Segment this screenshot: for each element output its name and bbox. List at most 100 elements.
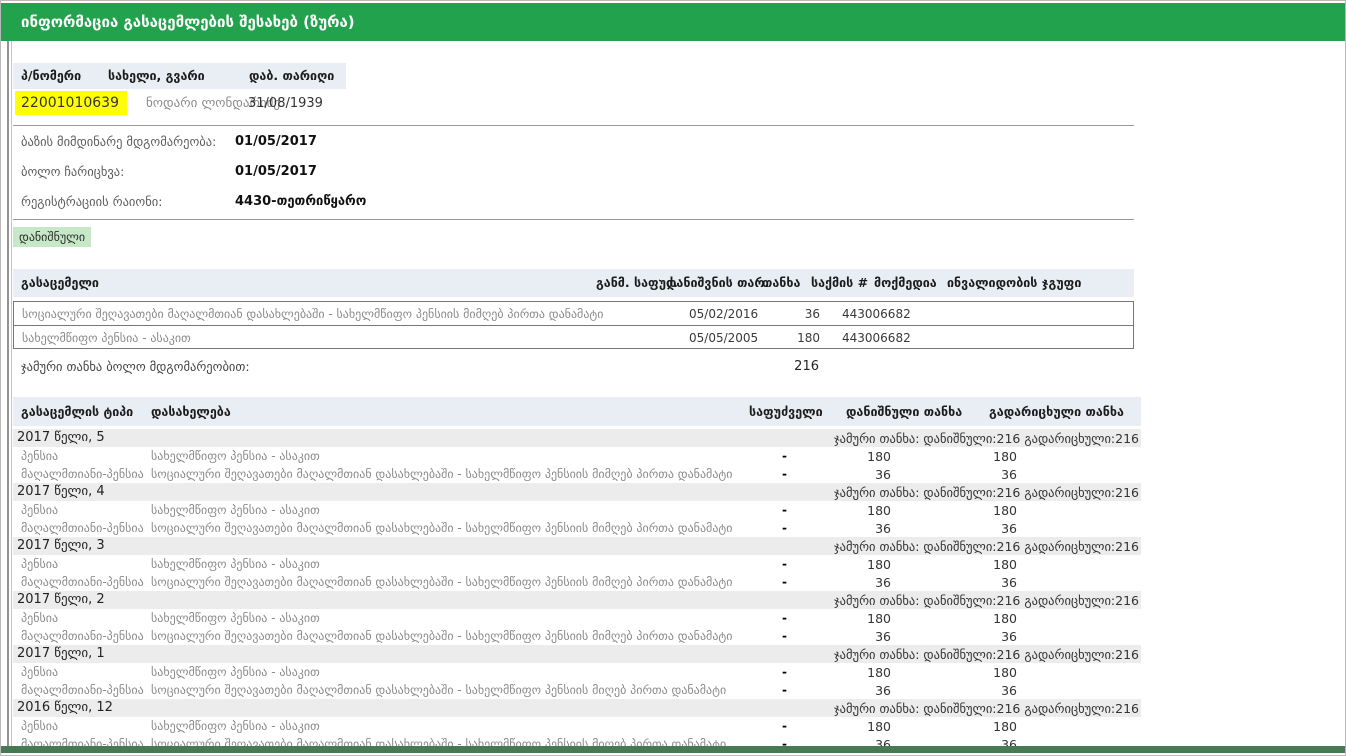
- person-col-number: პ/ნომერი: [21, 68, 81, 83]
- payment-transferred-amount: 36: [913, 629, 1017, 644]
- payment-transferred-amount: 180: [913, 557, 1017, 572]
- payments-col-name: დასახელება: [151, 404, 231, 419]
- panel-left-border: [11, 41, 12, 747]
- payment-type: მაღალმთიანი-პენსია: [21, 575, 144, 589]
- payments-col-type: გასაცემლის ტიპი: [21, 404, 133, 419]
- assigned-total-value: 216: [773, 359, 819, 374]
- payable-name: სოციალური შეღავათები მაღალმთიან დასახლებ…: [22, 307, 603, 321]
- window-left-border: [7, 41, 9, 747]
- payment-row: პენსია სახელმწიფო პენსია - ასაკით - 180 …: [13, 663, 1141, 681]
- page-title: ინფორმაცია გასაცემლების შესახებ (ზურა): [21, 13, 355, 31]
- group-totals: ჯამური თანხა: დანიშნული:216 გადარიცხული:…: [834, 431, 1139, 446]
- payment-row: პენსია სახელმწიფო პენსია - ასაკით - 180 …: [13, 609, 1141, 627]
- group-rows: პენსია სახელმწიფო პენსია - ასაკით - 180 …: [13, 555, 1141, 591]
- payment-basis: -: [782, 665, 787, 679]
- group-period: 2017 წელი, 1: [17, 646, 105, 661]
- payment-assigned-amount: 180: [813, 719, 891, 734]
- assigned-table-header: გასაცემელი განმ. საფუძ. დანიშვნის თარ. თ…: [13, 269, 1134, 297]
- group-period: 2017 წელი, 2: [17, 592, 105, 607]
- payment-row: მაღალმთიანი-პენსია სოციალური შეღავათები …: [13, 519, 1141, 537]
- assigned-table-body: სოციალური შეღავათები მაღალმთიან დასახლებ…: [13, 301, 1134, 349]
- payable-name: სახელმწიფო პენსია - ასაკით: [22, 331, 191, 345]
- payment-month-group: 2017 წელი, 5 ჯამური თანხა: დანიშნული:216…: [13, 429, 1141, 483]
- payment-transferred-amount: 180: [913, 665, 1017, 680]
- payment-name: სახელმწიფო პენსია - ასაკით: [151, 611, 779, 625]
- group-rows: პენსია სახელმწიფო პენსია - ასაკით - 180 …: [13, 501, 1141, 537]
- separator: [13, 219, 1134, 220]
- payment-transferred-amount: 180: [913, 449, 1017, 464]
- payment-basis: -: [782, 521, 787, 535]
- assigned-status-badge: დანიშნული: [13, 227, 91, 247]
- payment-assigned-amount: 36: [813, 683, 891, 698]
- payment-basis: -: [782, 557, 787, 571]
- payment-month-group: 2017 წელი, 2 ჯამური თანხა: დანიშნული:216…: [13, 591, 1141, 645]
- person-row: 22001010639 ნოდარი ლონდარიძე 31/08/1939: [13, 91, 433, 117]
- assignment-date: 05/05/2005: [689, 331, 758, 345]
- last-deposit-value: 01/05/2017: [235, 164, 317, 179]
- group-header: 2017 წელი, 3 ჯამური თანხა: დანიშნული:216…: [13, 537, 1141, 555]
- payment-name: სოციალური შეღავათები მაღალმთიან დასახლებ…: [151, 683, 779, 697]
- registration-region-value: 4430-თეთრიწყარო: [235, 194, 366, 209]
- payment-assigned-amount: 36: [813, 629, 891, 644]
- payment-row: პენსია სახელმწიფო პენსია - ასაკით - 180 …: [13, 501, 1141, 519]
- payment-basis: -: [782, 449, 787, 463]
- payment-basis: -: [782, 629, 787, 643]
- payment-transferred-amount: 36: [913, 467, 1017, 482]
- person-table-header: პ/ნომერი სახელი, გვარი დაბ. თარიღი: [13, 63, 346, 89]
- payments-groups: 2017 წელი, 5 ჯამური თანხა: დანიშნული:216…: [13, 429, 1141, 753]
- last-deposit-label: ბოლო ჩარიცხვა:: [21, 164, 124, 179]
- payment-transferred-amount: 180: [913, 719, 1017, 734]
- payment-type: პენსია: [21, 665, 58, 679]
- payment-name: სახელმწიფო პენსია - ასაკით: [151, 449, 779, 463]
- group-header: 2017 წელი, 1 ჯამური თანხა: დანიშნული:216…: [13, 645, 1141, 663]
- payment-basis: -: [782, 467, 787, 481]
- payment-basis: -: [782, 611, 787, 625]
- assigned-table-row: სახელმწიფო პენსია - ასაკით 05/05/2005 18…: [14, 325, 1133, 348]
- group-totals: ჯამური თანხა: დანიშნული:216 გადარიცხული:…: [834, 593, 1139, 608]
- assigned-col-case: საქმის #: [811, 275, 868, 290]
- assigned-col-disability: ინვალიდობის ჯგუფი: [947, 275, 1081, 290]
- case-number: 443006682: [842, 307, 911, 321]
- assigned-total-label: ჯამური თანხა ბოლო მდგომარეობით:: [21, 359, 250, 374]
- group-header: 2017 წელი, 4 ჯამური თანხა: დანიშნული:216…: [13, 483, 1141, 501]
- payment-month-group: 2016 წელი, 12 ჯამური თანხა: დანიშნული:21…: [13, 699, 1141, 753]
- payment-basis: -: [782, 683, 787, 697]
- assignment-date: 05/02/2016: [689, 307, 758, 321]
- group-totals: ჯამური თანხა: დანიშნული:216 გადარიცხული:…: [834, 539, 1139, 554]
- payment-basis: -: [782, 719, 787, 733]
- payment-type: პენსია: [21, 611, 58, 625]
- group-period: 2017 წელი, 5: [17, 430, 105, 445]
- window-bottom-border: [1, 746, 1345, 753]
- payment-row: მაღალმთიანი-პენსია სოციალური შეღავათები …: [13, 627, 1141, 645]
- payment-assigned-amount: 180: [813, 503, 891, 518]
- payment-assigned-amount: 36: [813, 575, 891, 590]
- separator: [13, 125, 1134, 126]
- payment-transferred-amount: 36: [913, 521, 1017, 536]
- group-rows: პენსია სახელმწიფო პენსია - ასაკით - 180 …: [13, 663, 1141, 699]
- assigned-total-row: ჯამური თანხა ბოლო მდგომარეობით: 216: [13, 359, 1134, 381]
- payment-assigned-amount: 180: [813, 665, 891, 680]
- payment-name: სოციალური შეღავათები მაღალმთიან დასახლებ…: [151, 467, 779, 481]
- payment-basis: -: [782, 575, 787, 589]
- payment-assigned-amount: 36: [813, 467, 891, 482]
- assigned-col-active: მოქმედია: [874, 275, 937, 290]
- group-period: 2016 წელი, 12: [17, 700, 113, 715]
- assigned-table-row: სოციალური შეღავათები მაღალმთიან დასახლებ…: [14, 302, 1133, 325]
- case-number: 443006682: [842, 331, 911, 345]
- payment-row: პენსია სახელმწიფო პენსია - ასაკით - 180 …: [13, 555, 1141, 573]
- payment-type: პენსია: [21, 719, 58, 733]
- base-state-label: ბაზის მიმდინარე მდგომარეობა:: [21, 134, 216, 149]
- payment-row: მაღალმთიანი-პენსია სოციალური შეღავათები …: [13, 681, 1141, 699]
- group-rows: პენსია სახელმწიფო პენსია - ასაკით - 180 …: [13, 609, 1141, 645]
- payments-col-basis: საფუძველი: [749, 404, 823, 419]
- payment-type: პენსია: [21, 449, 58, 463]
- payments-col-transferred: გადარიცხული თანხა: [989, 404, 1124, 419]
- amount: 36: [774, 307, 820, 321]
- group-header: 2016 წელი, 12 ჯამური თანხა: დანიშნული:21…: [13, 699, 1141, 717]
- report-content: პ/ნომერი სახელი, გვარი დაბ. თარიღი 22001…: [13, 41, 1143, 755]
- group-totals: ჯამური თანხა: დანიშნული:216 გადარიცხული:…: [834, 485, 1139, 500]
- payment-month-group: 2017 წელი, 3 ჯამური თანხა: დანიშნული:216…: [13, 537, 1141, 591]
- payment-row: მაღალმთიანი-პენსია სოციალური შეღავათები …: [13, 465, 1141, 483]
- payment-basis: -: [782, 503, 787, 517]
- payment-transferred-amount: 36: [913, 683, 1017, 698]
